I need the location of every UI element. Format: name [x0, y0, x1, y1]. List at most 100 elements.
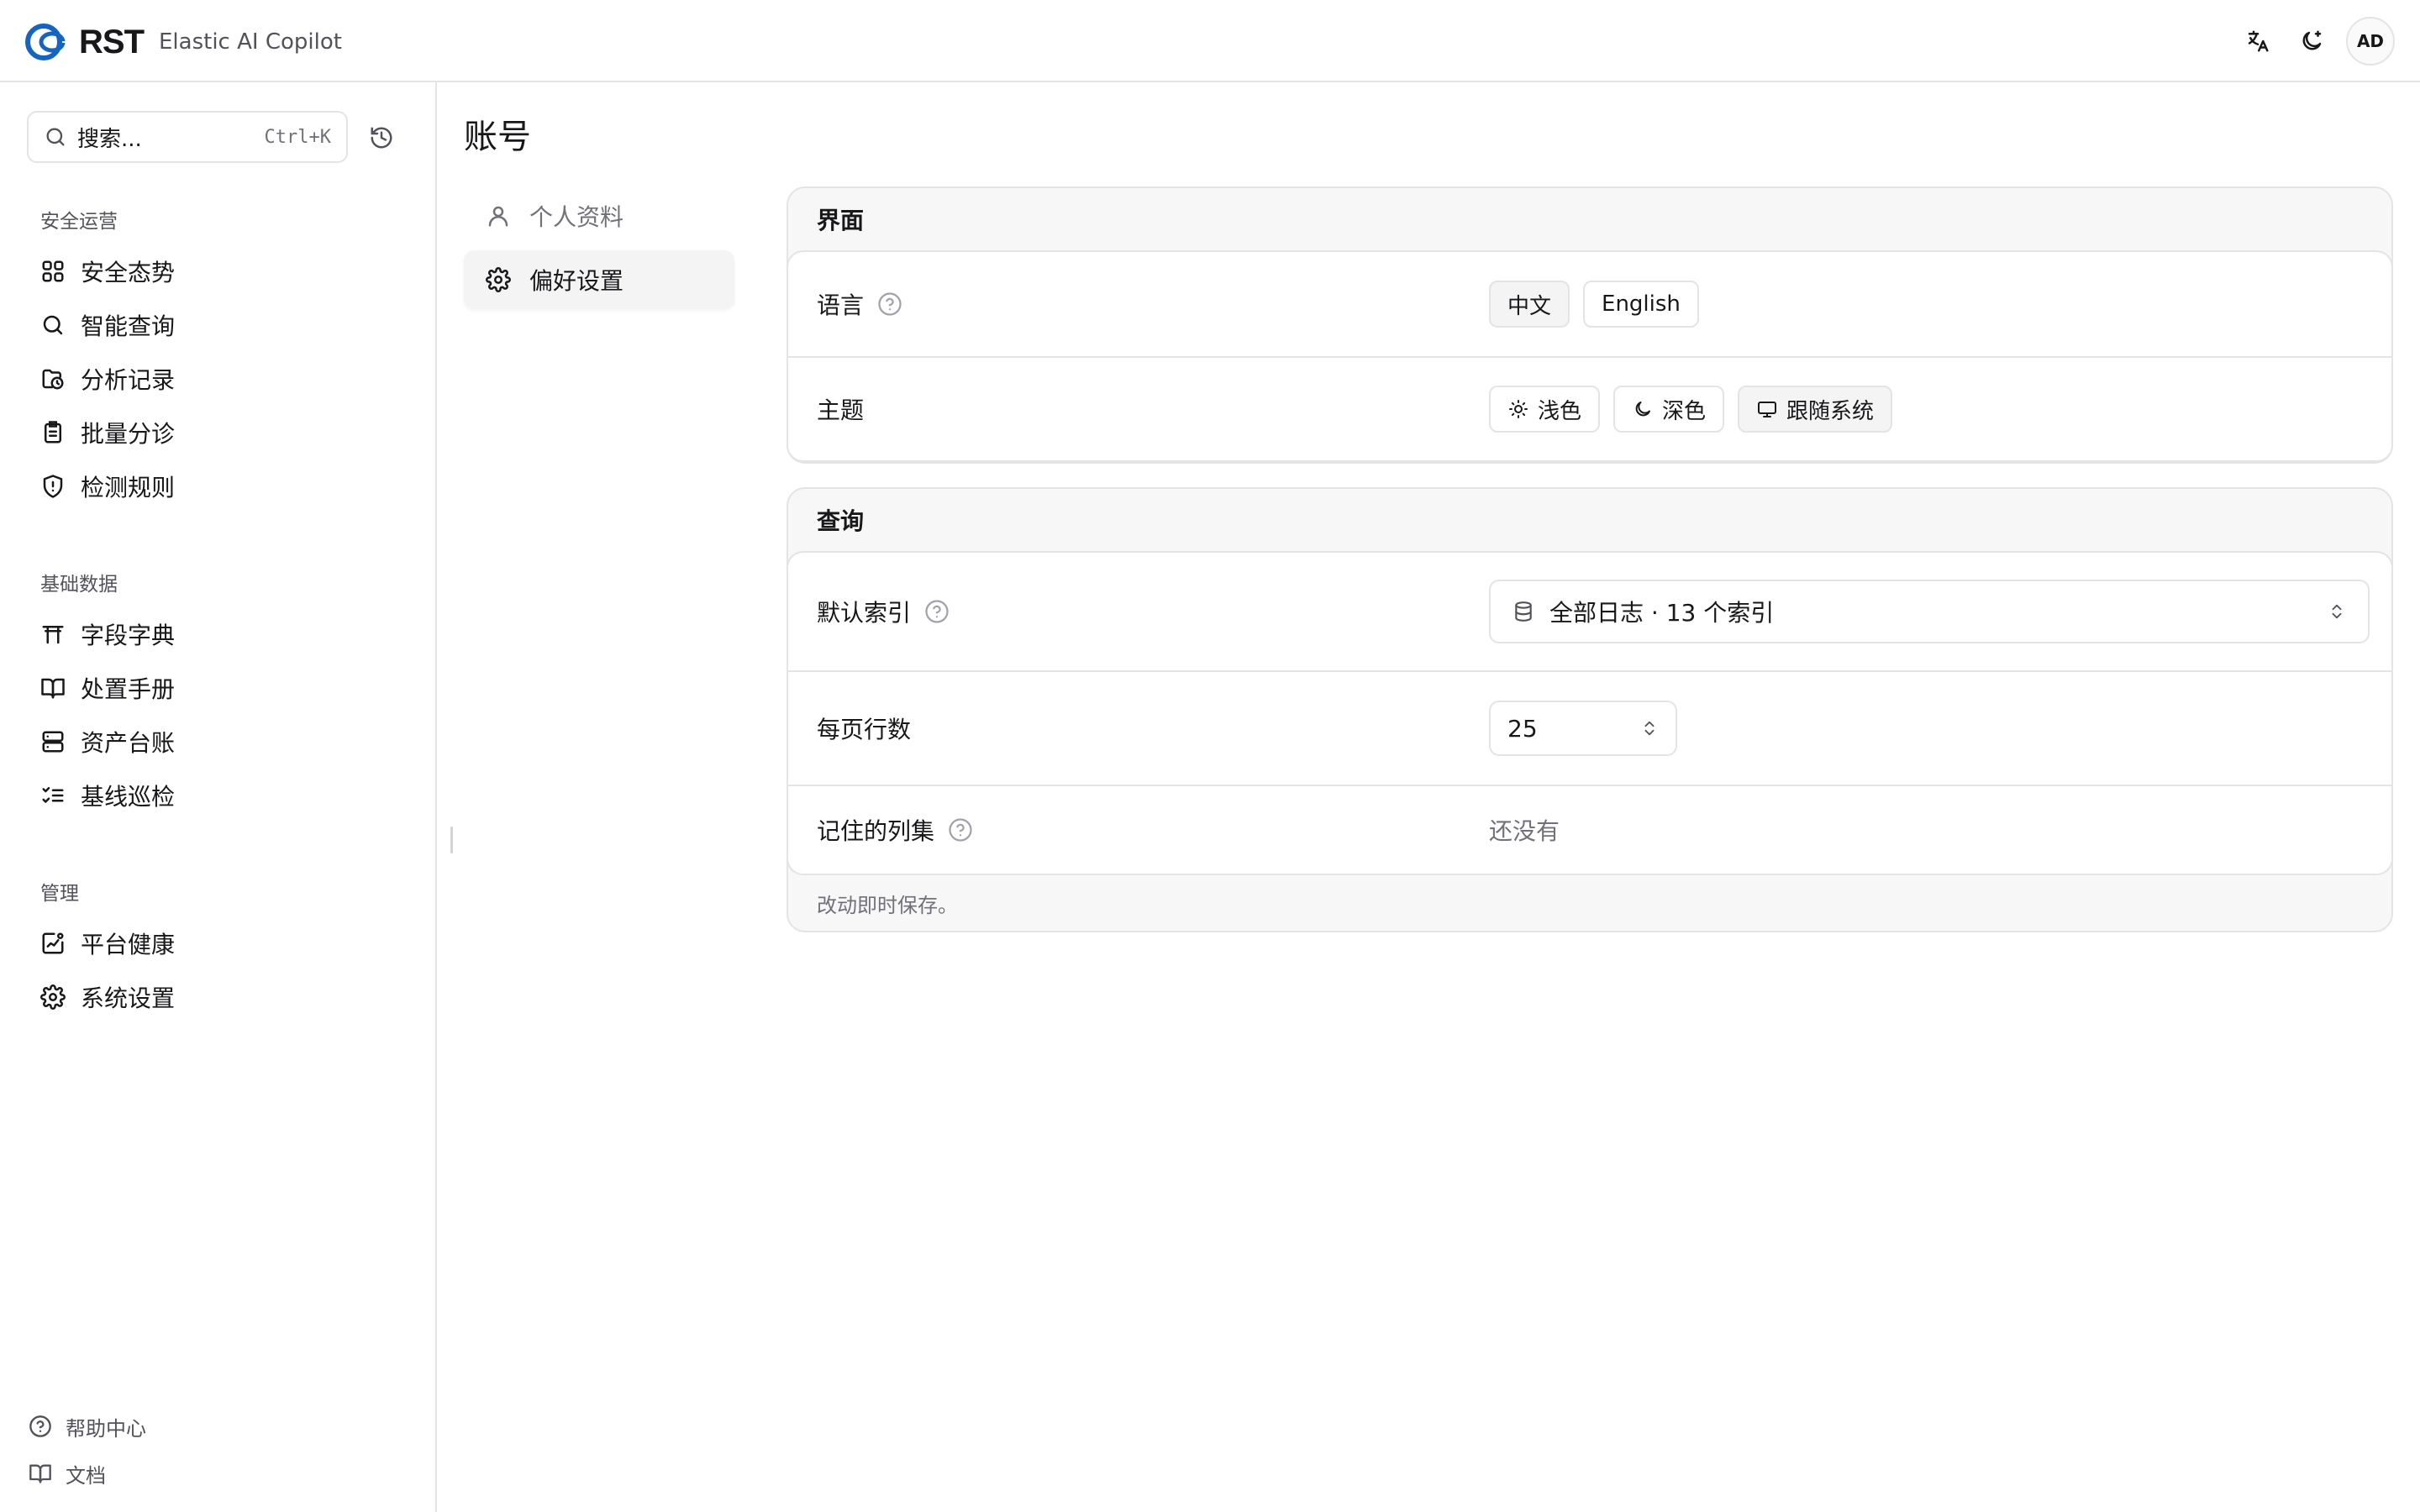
- sidebar-item-label: 系统设置: [81, 984, 176, 1012]
- sidebar-item-system-settings[interactable]: 系统设置: [39, 976, 175, 1018]
- help-center-link[interactable]: 帮助中心: [27, 1408, 146, 1445]
- gear-icon: [39, 983, 67, 1011]
- search-icon: [46, 128, 65, 146]
- sidebar-item-field-dictionary[interactable]: 字段字典: [39, 613, 175, 655]
- default-index-select[interactable]: 全部日志 · 13 个索引: [1489, 580, 2370, 643]
- tab-label: 个人资料: [529, 203, 624, 231]
- database-icon: [1515, 601, 1532, 622]
- sidebar-item-platform-health[interactable]: 平台健康: [39, 922, 175, 964]
- sidebar-item-security-posture[interactable]: 安全态势: [39, 250, 175, 292]
- help-icon[interactable]: [948, 817, 973, 843]
- nav-group-admin: 管理: [40, 883, 79, 905]
- sidebar-item-baseline-inspection[interactable]: 基线巡检: [39, 774, 175, 816]
- card-body: 语言 中文 English 主题 浅色 深色 跟随系统: [786, 250, 2393, 462]
- sidebar-item-label: 分析记录: [81, 366, 176, 394]
- tab-preferences[interactable]: 偏好设置: [464, 250, 734, 309]
- default-index-label: 默认索引: [817, 599, 912, 627]
- theme-label: 主题: [817, 396, 865, 424]
- monitor-icon: [1756, 398, 1778, 420]
- sidebar-item-detection-rules[interactable]: 检测规则: [39, 465, 175, 507]
- sidebar-item-label: 基线巡检: [81, 783, 176, 811]
- history-icon[interactable]: [366, 123, 397, 153]
- rows-per-page-value: 25: [1507, 714, 1538, 743]
- nav-group-base-data: 基础数据: [40, 574, 118, 596]
- sidebar: 搜索... Ctrl+K 安全运营 安全态势 智能查询 分析记录 批量分诊 检测…: [0, 82, 437, 1512]
- clock-folder-icon: [39, 365, 67, 393]
- sidebar-item-label: 平台健康: [81, 931, 176, 958]
- docs-link[interactable]: 文档: [27, 1455, 106, 1492]
- remembered-columns-row: 记住的列集 还没有: [788, 785, 2391, 874]
- sidebar-resize-handle[interactable]: [450, 827, 453, 853]
- top-bar: RST Elastic AI Copilot AD: [0, 0, 2420, 82]
- gear-icon: [484, 265, 513, 294]
- brand-logo-icon: [25, 24, 79, 60]
- theme-option-system[interactable]: 跟随系统: [1738, 386, 1893, 433]
- remembered-columns-value: 还没有: [1489, 817, 1560, 845]
- translate-icon[interactable]: [2233, 17, 2282, 66]
- help-circle-icon: [27, 1413, 54, 1440]
- tab-label: 偏好设置: [529, 267, 624, 295]
- theme-toggle-icon[interactable]: [2287, 17, 2336, 66]
- torii-icon: [39, 620, 67, 648]
- language-options: 中文 English: [1489, 281, 1712, 328]
- activity-square-icon: [39, 929, 67, 958]
- language-option-en[interactable]: English: [1583, 281, 1699, 328]
- book-open-icon: [39, 674, 67, 702]
- remembered-columns-label: 记住的列集: [817, 817, 935, 845]
- query-card: 查询 默认索引 全部日志 · 13 个索引 每页行数 25 记住的列集 还没有 …: [786, 487, 2393, 932]
- sun-icon: [1507, 398, 1529, 420]
- card-title: 查询: [817, 507, 865, 535]
- user-icon: [484, 202, 513, 230]
- server-icon: [39, 727, 67, 756]
- interface-card: 界面 语言 中文 English 主题 浅色 深色 跟随系统: [786, 186, 2393, 464]
- rows-per-page-row: 每页行数 25: [788, 670, 2391, 785]
- sidebar-item-label: 智能查询: [81, 312, 176, 340]
- book-icon: [27, 1460, 54, 1487]
- sidebar-item-label: 处置手册: [81, 675, 176, 703]
- language-label: 语言: [817, 291, 865, 319]
- grid-icon: [39, 257, 67, 286]
- search-placeholder: 搜索...: [77, 126, 142, 152]
- card-body: 默认索引 全部日志 · 13 个索引 每页行数 25 记住的列集 还没有: [786, 551, 2393, 875]
- card-title: 界面: [817, 207, 865, 234]
- page-title: 账号: [464, 118, 531, 156]
- theme-options: 浅色 深色 跟随系统: [1489, 386, 1906, 433]
- docs-label: 文档: [66, 1463, 106, 1488]
- default-index-row: 默认索引 全部日志 · 13 个索引: [788, 553, 2391, 670]
- sidebar-item-label: 资产台账: [81, 729, 176, 757]
- clipboard-icon: [39, 418, 67, 447]
- avatar[interactable]: AD: [2346, 17, 2395, 66]
- chevrons-up-down-icon: [2332, 604, 2342, 619]
- search-shortcut: Ctrl+K: [264, 126, 331, 148]
- nav-group-security-ops: 安全运营: [40, 211, 118, 233]
- sidebar-item-smart-query[interactable]: 智能查询: [39, 304, 175, 346]
- help-icon[interactable]: [924, 599, 950, 624]
- tab-profile[interactable]: 个人资料: [464, 186, 734, 245]
- sidebar-item-label: 检测规则: [81, 474, 176, 501]
- theme-row: 主题 浅色 深色 跟随系统: [788, 356, 2391, 460]
- sidebar-item-label: 字段字典: [81, 622, 176, 649]
- help-center-label: 帮助中心: [66, 1416, 146, 1441]
- sidebar-item-asset-ledger[interactable]: 资产台账: [39, 721, 175, 763]
- sidebar-item-batch-triage[interactable]: 批量分诊: [39, 412, 175, 454]
- default-index-value: 全部日志 · 13 个索引: [1549, 599, 1775, 627]
- sidebar-item-label: 批量分诊: [81, 420, 176, 448]
- search-input[interactable]: 搜索... Ctrl+K: [27, 111, 348, 163]
- chevrons-up-down-icon: [1644, 721, 1655, 736]
- top-actions: AD: [2228, 17, 2395, 66]
- moon-icon: [1632, 398, 1654, 420]
- brand-name: RST: [79, 23, 145, 60]
- shield-alert-icon: [39, 472, 67, 501]
- brand-logo[interactable]: RST Elastic AI Copilot: [24, 20, 342, 64]
- language-row: 语言 中文 English: [788, 252, 2391, 356]
- theme-option-dark[interactable]: 深色: [1613, 386, 1725, 433]
- help-icon[interactable]: [877, 291, 902, 317]
- sidebar-item-analysis-records[interactable]: 分析记录: [39, 358, 175, 400]
- language-option-zh[interactable]: 中文: [1489, 281, 1570, 328]
- sidebar-item-label: 安全态势: [81, 259, 176, 286]
- sidebar-item-playbook[interactable]: 处置手册: [39, 667, 175, 709]
- search-icon: [39, 311, 67, 339]
- product-name: Elastic AI Copilot: [159, 29, 342, 55]
- theme-option-light[interactable]: 浅色: [1489, 386, 1601, 433]
- rows-per-page-select[interactable]: 25: [1489, 701, 1677, 756]
